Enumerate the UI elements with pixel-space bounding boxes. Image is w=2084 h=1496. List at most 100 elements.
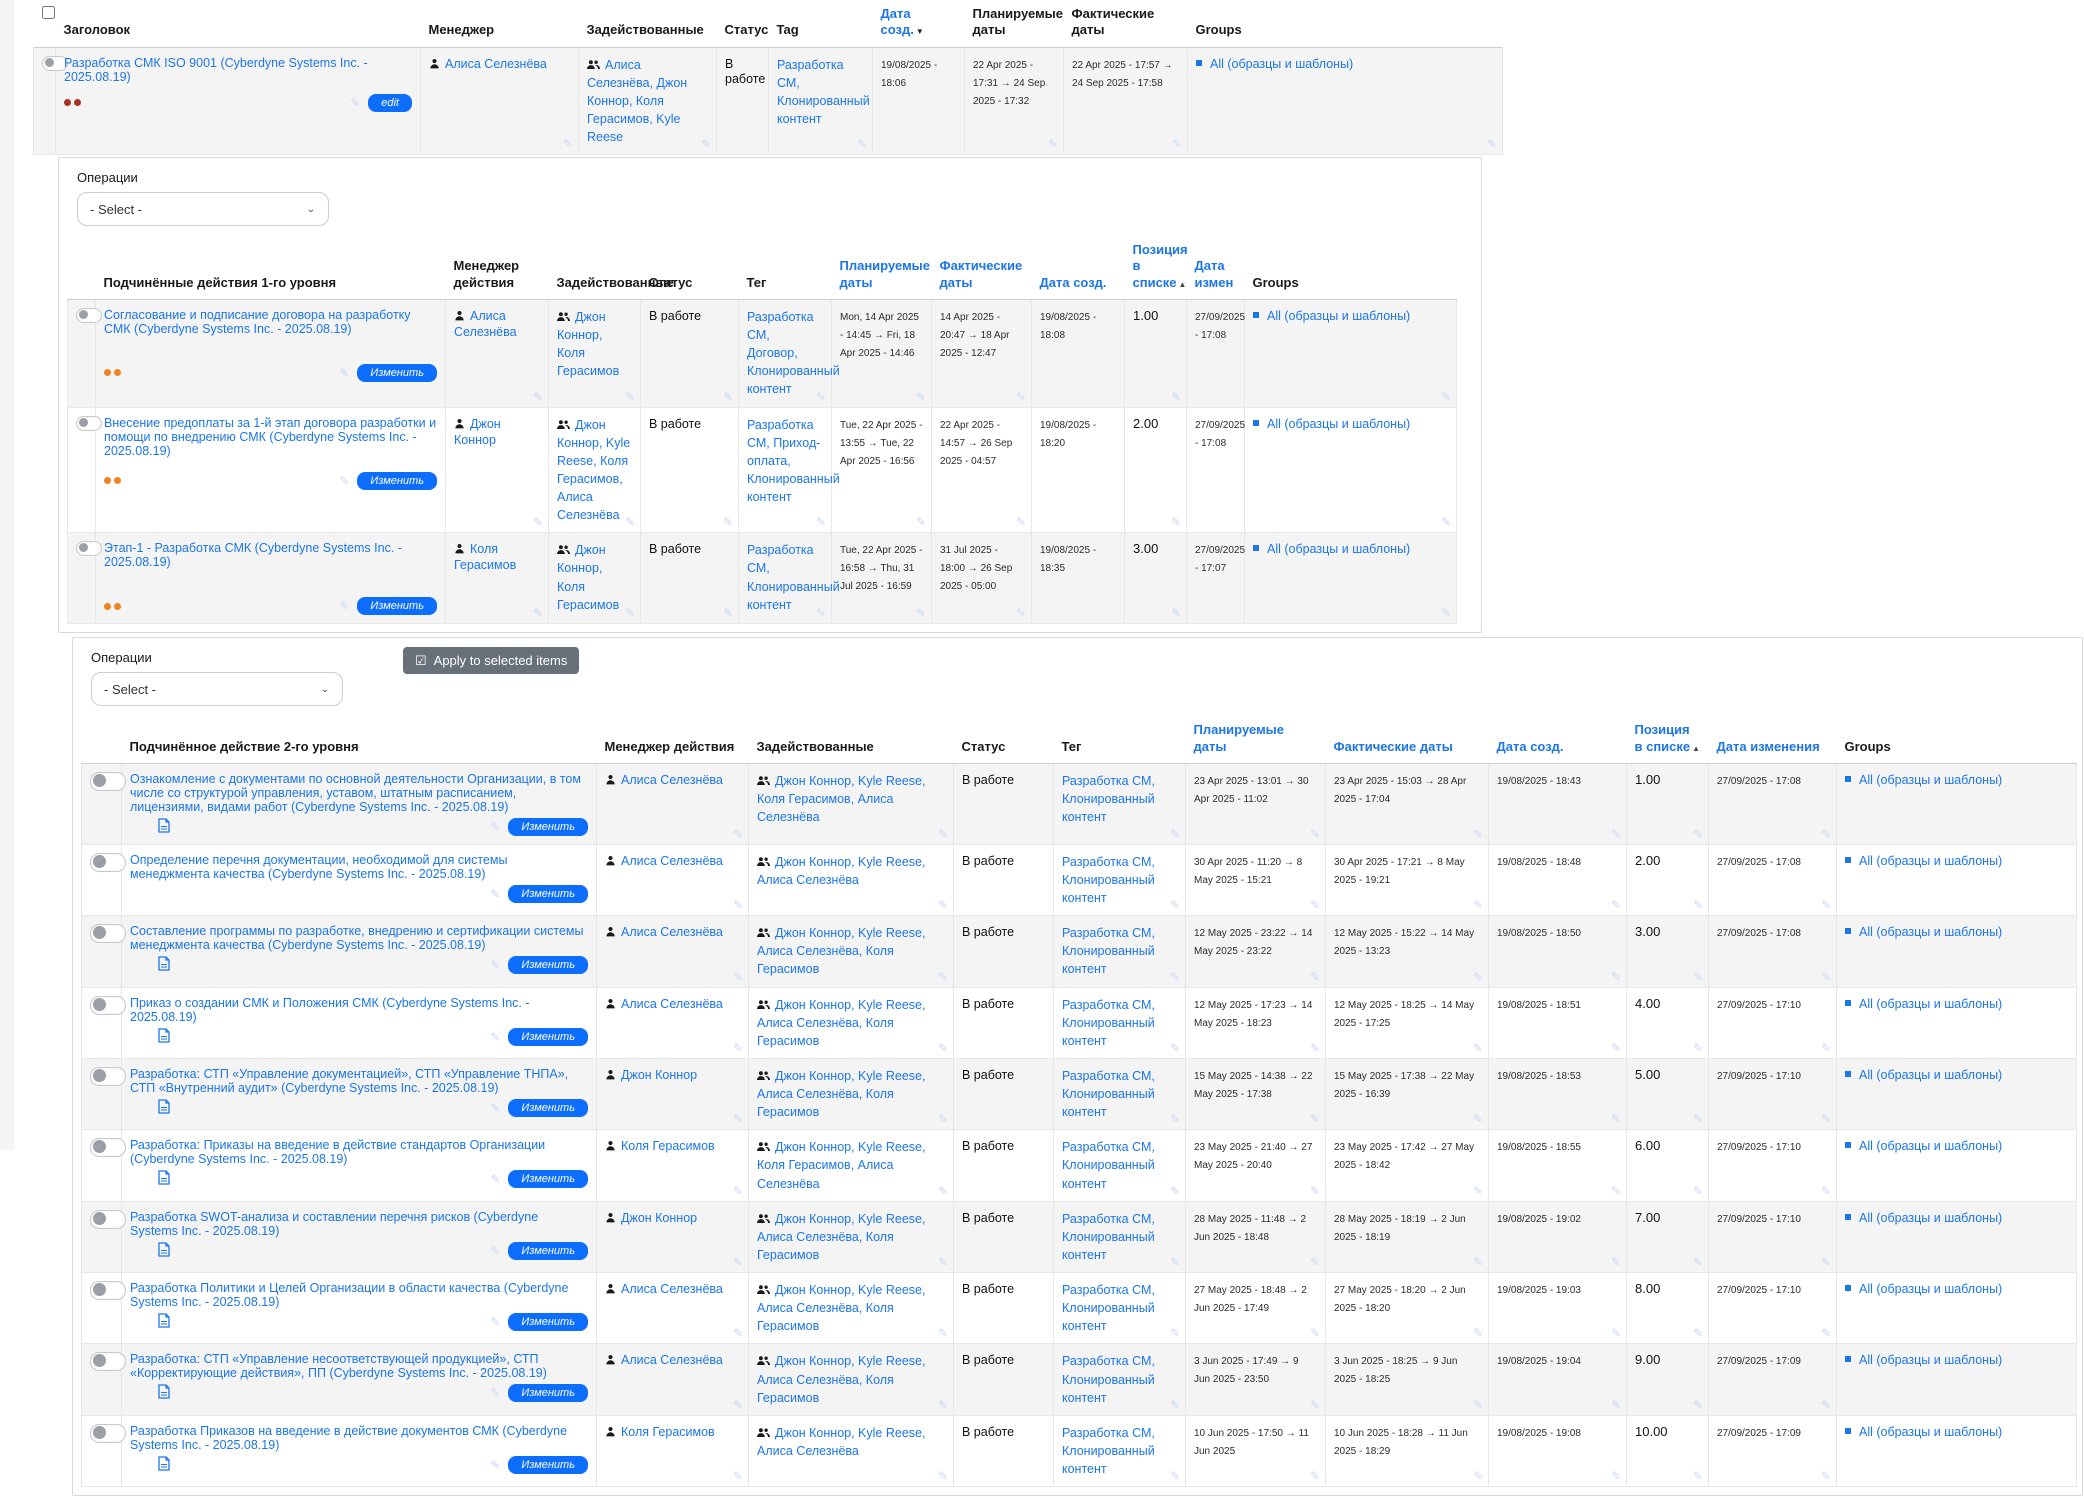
edit-button[interactable]: Изменить (508, 1242, 588, 1260)
pencil-icon[interactable]: ✎ (339, 367, 349, 379)
document-icon[interactable] (158, 1028, 170, 1046)
edit-button[interactable]: Изменить (357, 597, 437, 615)
participants-links[interactable]: Джон Коннор, Kyle Reese, Коля Герасимов,… (757, 774, 925, 824)
sort-changed-link[interactable]: Дата измен (1195, 258, 1234, 289)
tag-links[interactable]: Разработка СМ, Клонированный контент (1062, 926, 1155, 976)
pencil-icon[interactable]: ✎ (1170, 1470, 1180, 1482)
manager-link[interactable]: Алиса Селезнёва (445, 57, 547, 71)
edit-button[interactable]: Изменить (357, 364, 437, 382)
pencil-icon[interactable]: ✎ (733, 1042, 743, 1054)
sort-position-link[interactable]: Позиция в списке (1635, 722, 1691, 753)
sort-changed-link[interactable]: Дата изменения (1717, 739, 1820, 754)
pencil-icon[interactable]: ✎ (563, 138, 573, 150)
pencil-icon[interactable]: ✎ (490, 1387, 500, 1399)
action-title-link[interactable]: Разработка Политики и Целей Организации … (130, 1281, 588, 1309)
action-title-link[interactable]: Разработка Приказов на введение в действ… (130, 1424, 588, 1452)
pencil-icon[interactable]: ✎ (938, 1470, 948, 1482)
sort-created-link[interactable]: Дата созд. (1497, 739, 1564, 754)
pencil-icon[interactable]: ✎ (733, 1256, 743, 1268)
pencil-icon[interactable]: ✎ (1611, 1470, 1621, 1482)
pencil-icon[interactable]: ✎ (1310, 1256, 1320, 1268)
pencil-icon[interactable]: ✎ (1170, 1327, 1180, 1339)
action-title-link[interactable]: Разработка: Приказы на введение в действ… (130, 1138, 588, 1166)
pencil-icon[interactable]: ✎ (1821, 899, 1831, 911)
action-title-link[interactable]: Этап-1 - Разработка СМК (Cyberdyne Syste… (104, 541, 437, 569)
manager-link[interactable]: Коля Герасимов (621, 1139, 715, 1153)
pencil-icon[interactable]: ✎ (938, 828, 948, 840)
pencil-icon[interactable]: ✎ (1048, 138, 1058, 150)
pencil-icon[interactable]: ✎ (350, 97, 360, 109)
pencil-icon[interactable]: ✎ (1310, 1470, 1320, 1482)
pencil-icon[interactable]: ✎ (1473, 828, 1483, 840)
pencil-icon[interactable]: ✎ (533, 516, 543, 528)
pencil-icon[interactable]: ✎ (1441, 391, 1451, 403)
group-link[interactable]: All (образцы и шаблоны) (1859, 1282, 2002, 1296)
pencil-icon[interactable]: ✎ (733, 1113, 743, 1125)
manager-link[interactable]: Алиса Селезнёва (621, 997, 723, 1011)
sort-created-link[interactable]: Дата созд. (881, 6, 914, 37)
group-link[interactable]: All (образцы и шаблоны) (1859, 925, 2002, 939)
pencil-icon[interactable]: ✎ (533, 607, 543, 619)
participants-links[interactable]: Джон Коннор, Kyle Reese, Алиса Селезнёва… (757, 1283, 925, 1333)
pencil-icon[interactable]: ✎ (490, 821, 500, 833)
pencil-icon[interactable]: ✎ (938, 899, 948, 911)
pencil-icon[interactable]: ✎ (1310, 1185, 1320, 1197)
pencil-icon[interactable]: ✎ (1611, 1113, 1621, 1125)
pencil-icon[interactable]: ✎ (733, 1185, 743, 1197)
group-link[interactable]: All (образцы и шаблоны) (1859, 997, 2002, 1011)
group-link[interactable]: All (образцы и шаблоны) (1267, 417, 1410, 431)
group-link[interactable]: All (образцы и шаблоны) (1267, 309, 1410, 323)
pencil-icon[interactable]: ✎ (723, 391, 733, 403)
manager-link[interactable]: Алиса Селезнёва (621, 925, 723, 939)
pencil-icon[interactable]: ✎ (1611, 1327, 1621, 1339)
tag-links[interactable]: Разработка СМ, Клонированный контент (1062, 1354, 1155, 1404)
participants-links[interactable]: Джон Коннор, Kyle Reese, Коля Герасимов,… (757, 1140, 925, 1190)
tag-links[interactable]: Разработка СМ, Клонированный контент (1062, 998, 1155, 1048)
manager-link[interactable]: Коля Герасимов (621, 1425, 715, 1439)
pencil-icon[interactable]: ✎ (1310, 1042, 1320, 1054)
pencil-icon[interactable]: ✎ (1473, 1470, 1483, 1482)
action-title-link[interactable]: Согласование и подписание договора на ра… (104, 308, 437, 336)
sort-actual-link[interactable]: Фактические даты (1334, 739, 1453, 754)
group-link[interactable]: All (образцы и шаблоны) (1859, 773, 2002, 787)
tag-links[interactable]: Разработка СМ, Клонированный контент (1062, 1212, 1155, 1262)
group-link[interactable]: All (образцы и шаблоны) (1859, 1139, 2002, 1153)
operations-select[interactable]: - Select - ⌄ (77, 192, 329, 226)
pencil-icon[interactable]: ✎ (1611, 828, 1621, 840)
pencil-icon[interactable]: ✎ (1170, 1113, 1180, 1125)
pencil-icon[interactable]: ✎ (490, 1102, 500, 1114)
pencil-icon[interactable]: ✎ (1611, 1256, 1621, 1268)
pencil-icon[interactable]: ✎ (723, 516, 733, 528)
document-icon[interactable] (158, 1099, 170, 1117)
pencil-icon[interactable]: ✎ (1611, 1042, 1621, 1054)
pencil-icon[interactable]: ✎ (733, 1470, 743, 1482)
action-title-link[interactable]: Разработка: СТП «Управление документацие… (130, 1067, 588, 1095)
sort-planned-link[interactable]: Планируемые даты (840, 258, 931, 289)
pencil-icon[interactable]: ✎ (1170, 1256, 1180, 1268)
participants-links[interactable]: Джон Коннор, Kyle Reese, Алиса Селезнёва… (757, 1212, 925, 1262)
pencil-icon[interactable]: ✎ (1170, 971, 1180, 983)
edit-button[interactable]: edit (368, 94, 412, 112)
pencil-icon[interactable]: ✎ (1171, 607, 1181, 619)
pencil-icon[interactable]: ✎ (490, 1459, 500, 1471)
document-icon[interactable] (158, 1384, 170, 1402)
pencil-icon[interactable]: ✎ (490, 888, 500, 900)
pencil-icon[interactable]: ✎ (916, 391, 926, 403)
pencil-icon[interactable]: ✎ (1473, 1256, 1483, 1268)
pencil-icon[interactable]: ✎ (1473, 1042, 1483, 1054)
pencil-icon[interactable]: ✎ (1821, 1399, 1831, 1411)
action-title-link[interactable]: Приказ о создании СМК и Положения СМК (C… (130, 996, 588, 1024)
pencil-icon[interactable]: ✎ (339, 600, 349, 612)
pencil-icon[interactable]: ✎ (1473, 1185, 1483, 1197)
document-icon[interactable] (158, 1313, 170, 1331)
edit-button[interactable]: Изменить (508, 1384, 588, 1402)
pencil-icon[interactable]: ✎ (816, 607, 826, 619)
pencil-icon[interactable]: ✎ (1473, 899, 1483, 911)
pencil-icon[interactable]: ✎ (339, 475, 349, 487)
pencil-icon[interactable]: ✎ (938, 1185, 948, 1197)
pencil-icon[interactable]: ✎ (1170, 899, 1180, 911)
pencil-icon[interactable]: ✎ (1693, 828, 1703, 840)
participants-links[interactable]: Джон Коннор, Kyle Reese, Алиса Селезнёва… (757, 926, 925, 976)
participants-links[interactable]: Алиса Селезнёва, Джон Коннор, Коля Герас… (587, 58, 687, 145)
document-icon[interactable] (158, 1242, 170, 1260)
